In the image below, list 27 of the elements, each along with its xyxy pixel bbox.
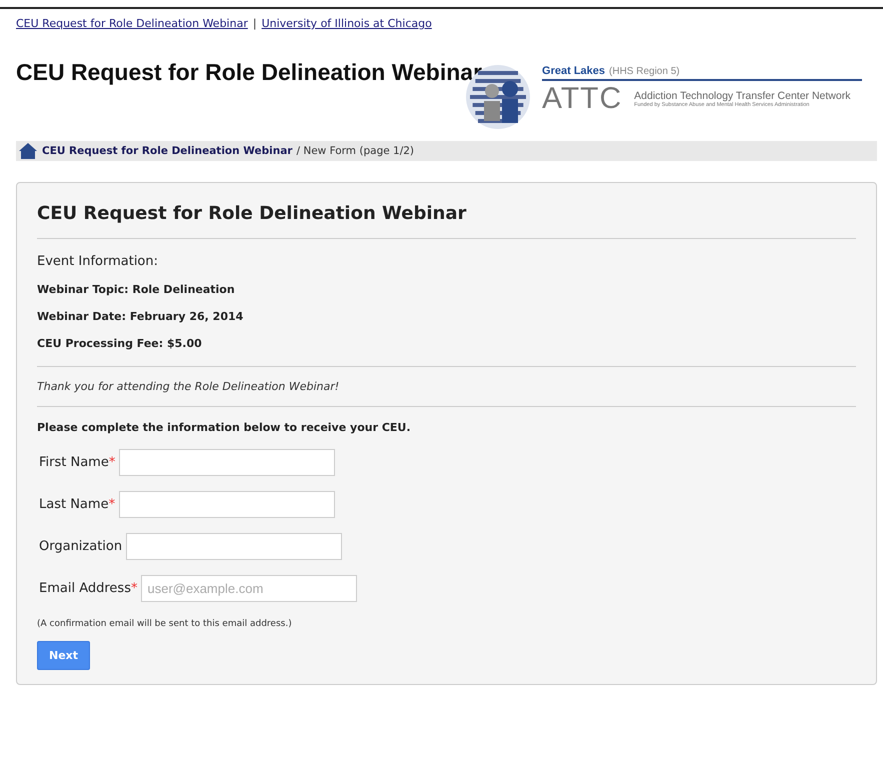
input-field[interactable]: [119, 491, 336, 518]
field-label: Email Address*: [39, 581, 138, 596]
logo-network-name: Addiction Technology Transfer Center Network: [634, 90, 850, 102]
input-field[interactable]: [126, 533, 342, 560]
field-label: Organization: [39, 539, 122, 554]
page-title: CEU Request for Role Delineation Webinar: [16, 59, 482, 86]
thanks-message: Thank you for attending the Role Delineation Webinar!: [37, 380, 340, 393]
email-note: (A confirmation email will be sent to this email address.): [37, 619, 293, 629]
input-field[interactable]: user@example.com: [141, 575, 358, 602]
instructions: Please complete the information below to receive your CEU.: [37, 421, 412, 434]
event-info: CEU Processing Fee: $5.00: [37, 337, 203, 350]
link-separator: |: [252, 17, 257, 30]
top-link[interactable]: University of Illinois at Chicago: [262, 17, 432, 30]
field-label: Last Name*: [39, 497, 116, 512]
section-heading: Event Information:: [37, 254, 160, 269]
breadcrumb-link[interactable]: CEU Request for Role Delineation Webinar: [42, 145, 292, 157]
breadcrumb-current: / New Form (page 1/2): [296, 145, 414, 157]
field-label: First Name*: [39, 455, 116, 470]
input-field[interactable]: [119, 449, 336, 476]
home-icon[interactable]: [18, 142, 38, 160]
logo-region-note: (HHS Region 5): [609, 66, 680, 77]
form-title: CEU Request for Role Delineation Webinar: [37, 203, 856, 239]
logo-region: Great Lakes: [542, 65, 606, 77]
top-link[interactable]: CEU Request for Role Delineation Webinar: [16, 17, 248, 30]
logo-acronym: ATTC: [542, 84, 622, 114]
event-info: Webinar Topic: Role Delineation: [37, 283, 236, 296]
event-info: Webinar Date: February 26, 2014: [37, 310, 244, 323]
